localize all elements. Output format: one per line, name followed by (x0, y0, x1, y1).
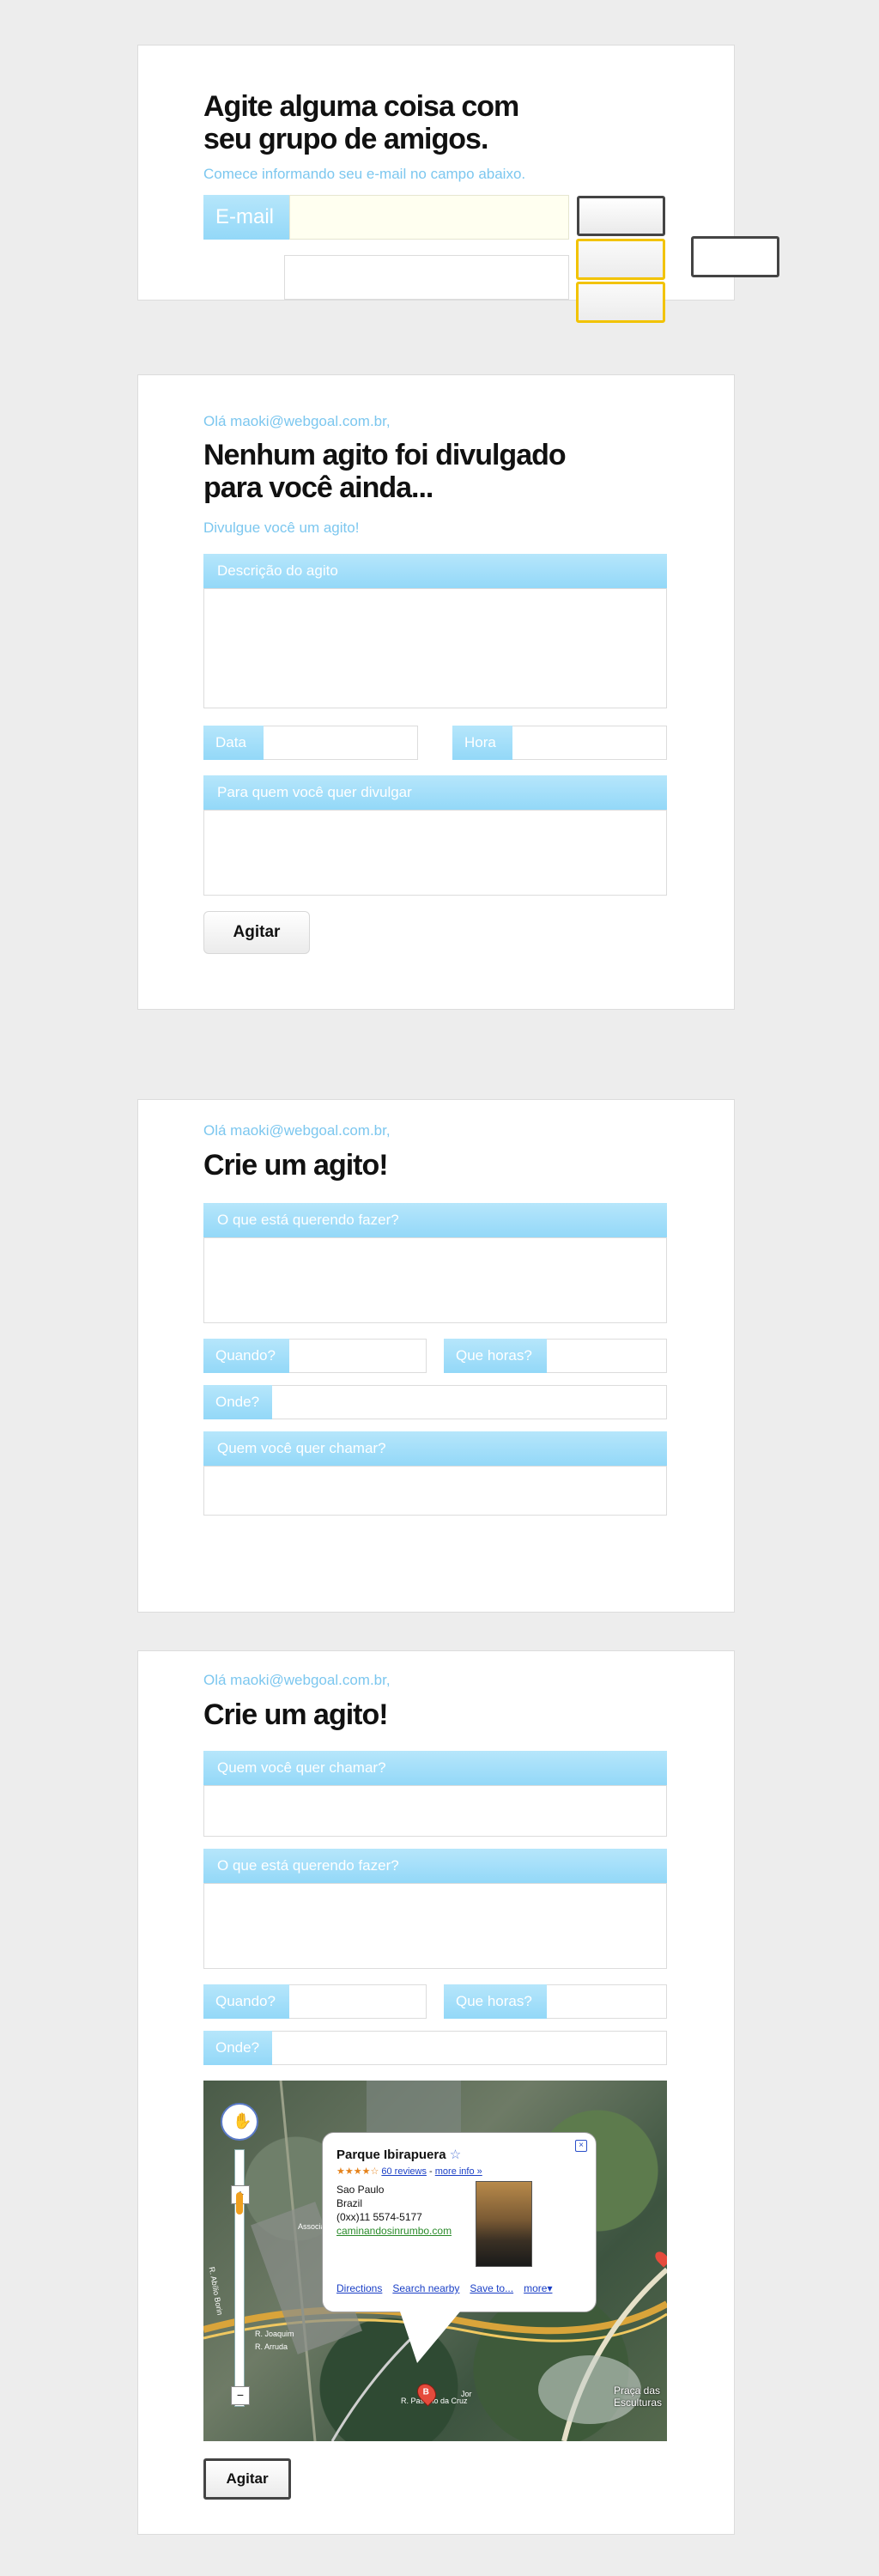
description-label: Descrição do agito (203, 554, 667, 588)
create-event-map-panel: Olá maoki@webgoal.com.br, Crie um agito!… (137, 1650, 735, 2535)
create-event-panel: Olá maoki@webgoal.com.br, Crie um agito!… (137, 1099, 735, 1613)
panel2-subtitle: Divulgue você um agito! (203, 519, 360, 536)
email-input[interactable] (289, 195, 569, 240)
zoom-out-icon[interactable]: − (231, 2386, 250, 2405)
time-field-4[interactable]: Que horas? (444, 1984, 667, 2019)
panel3-greeting: Olá maoki@webgoal.com.br, (203, 1122, 391, 1139)
when-field[interactable]: Quando? (203, 1339, 427, 1373)
pan-hand-icon: ✋ (233, 2112, 252, 2129)
info-window-tail (400, 2312, 460, 2363)
no-events-panel: Olá maoki@webgoal.com.br, Nenhum agito f… (137, 374, 735, 1010)
what-textarea-4[interactable] (203, 1883, 667, 1969)
description-textarea[interactable] (203, 588, 667, 708)
floating-outline-button[interactable] (691, 236, 779, 277)
panel4-greeting: Olá maoki@webgoal.com.br, (203, 1672, 391, 1688)
yellow-button-2[interactable] (576, 282, 665, 323)
close-icon[interactable]: × (575, 2140, 587, 2152)
email-submit-button[interactable] (577, 196, 665, 236)
what-label: O que está querendo fazer? (203, 1203, 667, 1237)
panel1-title: Agite alguma coisa com seu grupo de amig… (203, 90, 564, 155)
more-info-link[interactable]: more info » (435, 2166, 482, 2177)
road-label-4: R. Arruda (255, 2342, 288, 2351)
save-to-link[interactable]: Save to... (470, 2282, 513, 2294)
when-label: Quando? (203, 1339, 289, 1373)
place-name: Parque Ibirapuera (336, 2148, 446, 2162)
time-label-4: Que horas? (444, 1984, 547, 2019)
place-info-window: × Parque Ibirapuera ☆ ★★★★☆ 60 reviews -… (322, 2132, 597, 2363)
place-website[interactable]: caminandosinrumbo.com (336, 2225, 452, 2237)
time-label: Hora (452, 726, 512, 760)
where-field-4[interactable]: Onde? (203, 2031, 667, 2065)
panel1-title-line2: seu grupo de amigos. (203, 123, 488, 155)
marker-letter: B (422, 2387, 429, 2397)
email-label-text: E-mail (215, 205, 275, 228)
date-field[interactable]: Data (203, 726, 418, 760)
search-nearby-link[interactable]: Search nearby (392, 2282, 459, 2294)
when-field-4[interactable]: Quando? (203, 1984, 427, 2019)
place-reviews: ★★★★☆ 60 reviews - more info » (336, 2166, 482, 2177)
time-field[interactable]: Hora (452, 726, 667, 760)
poi-label-line1: Praça das (614, 2385, 661, 2397)
map-pan-control[interactable]: ✋ (221, 2103, 258, 2141)
panel2-greeting: Olá maoki@webgoal.com.br, (203, 413, 391, 429)
rating-stars: ★★★★☆ (336, 2166, 379, 2177)
when-label-4: Quando? (203, 1984, 289, 2019)
directions-link[interactable]: Directions (336, 2282, 382, 2294)
recipients-textarea[interactable] (203, 810, 667, 896)
panel4-title: Crie um agito! (203, 1698, 389, 1731)
place-phone: (0xx)11 5574-5177 (336, 2211, 422, 2223)
panel3-title: Crie um agito! (203, 1149, 389, 1182)
map-view[interactable]: ✋ + − Associação R. Abílio Borin R. Joaq… (203, 2081, 667, 2441)
who-label: Quem você quer chamar? (203, 1431, 667, 1466)
star-icon[interactable]: ☆ (450, 2148, 461, 2162)
panel2-title-line2: para você ainda... (203, 471, 433, 504)
who-label-4: Quem você quer chamar? (203, 1751, 667, 1785)
time-label-3: Que horas? (444, 1339, 547, 1373)
what-textarea[interactable] (203, 1237, 667, 1323)
place-address: Sao Paulo Brazil (0xx)11 5574-5177 camin… (336, 2183, 452, 2238)
panel2-title: Nenhum agito foi divulgado para você ain… (203, 439, 598, 504)
place-title: Parque Ibirapuera ☆ (336, 2147, 461, 2162)
place-photo[interactable] (476, 2181, 532, 2267)
panel2-title-line1: Nenhum agito foi divulgado (203, 439, 567, 471)
agitar-button[interactable]: Agitar (203, 911, 310, 954)
who-textarea[interactable] (203, 1466, 667, 1516)
panel1-title-line1: Agite alguma coisa com (203, 90, 519, 123)
email-label: E-mail (203, 195, 289, 240)
poi-label: Praça das Esculturas (614, 2385, 662, 2409)
what-label-4: O que está querendo fazer? (203, 1849, 667, 1883)
recipients-label: Para quem você quer divulgar (203, 775, 667, 810)
address-line1: Sao Paulo (336, 2184, 385, 2196)
info-links: Directions Search nearby Save to... more… (336, 2282, 552, 2294)
time-field-3[interactable]: Que horas? (444, 1339, 667, 1373)
reviews-link[interactable]: 60 reviews (381, 2166, 427, 2177)
secondary-input[interactable] (284, 255, 569, 300)
pegman-icon[interactable] (236, 2192, 243, 2215)
address-line2: Brazil (336, 2197, 363, 2209)
poi-label-line2: Esculturas (614, 2397, 663, 2409)
reviews-separator: - (429, 2166, 433, 2177)
where-label-4: Onde? (203, 2031, 272, 2065)
yellow-button-1[interactable] (576, 239, 665, 280)
where-label: Onde? (203, 1385, 272, 1419)
panel1-subtitle: Comece informando seu e-mail no campo ab… (203, 166, 526, 182)
agitar-button-4[interactable]: Agitar (203, 2458, 291, 2500)
who-textarea-4[interactable] (203, 1785, 667, 1837)
road-label-3: R. Joaquim (255, 2330, 294, 2338)
more-link[interactable]: more▾ (524, 2282, 552, 2294)
where-field[interactable]: Onde? (203, 1385, 667, 1419)
date-label: Data (203, 726, 264, 760)
